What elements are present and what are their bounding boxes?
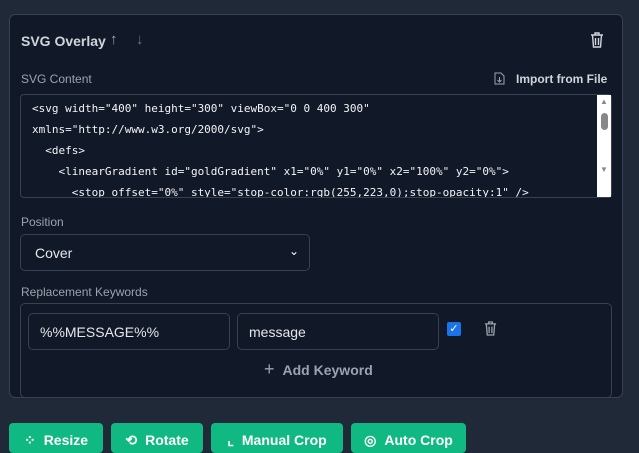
move-up-icon[interactable]: ↑: [110, 31, 118, 48]
move-down-icon[interactable]: ↓: [136, 31, 144, 48]
auto-crop-button[interactable]: ◎ Auto Crop: [351, 423, 466, 453]
keyword-value-input[interactable]: message: [237, 313, 439, 350]
plus-icon: +: [264, 359, 275, 379]
svg-overlay-panel: SVG Overlay ↑ ↓ SVG Content Import from …: [9, 14, 623, 398]
position-label: Position: [21, 215, 64, 229]
rotate-icon: ⟲: [125, 432, 138, 448]
keyword-key-input[interactable]: %%MESSAGE%%: [28, 313, 230, 350]
keywords-list: %%MESSAGE%% message ✓ + Add Keyword: [20, 303, 612, 398]
resize-button[interactable]: ⁘ Resize: [9, 423, 103, 453]
rotate-button[interactable]: ⟲ Rotate: [111, 423, 203, 453]
file-import-icon: [494, 72, 505, 85]
resize-icon: ⁘: [23, 432, 36, 448]
keyword-enabled-checkbox[interactable]: ✓: [447, 322, 461, 336]
textarea-scrollbar[interactable]: ▲ ▼: [597, 95, 611, 197]
rotate-label: Rotate: [145, 432, 189, 448]
crop-icon: ⌞: [227, 432, 234, 448]
import-from-file-button[interactable]: Import from File: [516, 72, 607, 86]
position-value: Cover: [35, 245, 73, 261]
svg-content-textarea[interactable]: <svg width="400" height="300" viewBox="0…: [20, 94, 612, 198]
auto-crop-label: Auto Crop: [384, 432, 453, 448]
delete-keyword-icon[interactable]: [484, 321, 497, 336]
svg-content-label: SVG Content: [21, 72, 92, 86]
resize-label: Resize: [43, 432, 89, 448]
keywords-label: Replacement Keywords: [21, 285, 148, 299]
manual-crop-label: Manual Crop: [241, 432, 327, 448]
add-keyword-button[interactable]: + Add Keyword: [264, 359, 373, 379]
panel-title: SVG Overlay: [21, 33, 106, 49]
add-keyword-label: Add Keyword: [282, 362, 373, 378]
delete-overlay-icon[interactable]: [590, 32, 604, 48]
manual-crop-button[interactable]: ⌞ Manual Crop: [211, 423, 343, 453]
chevron-down-icon: ⌄: [288, 244, 299, 258]
auto-crop-icon: ◎: [364, 432, 377, 448]
position-select[interactable]: Cover ⌄: [20, 234, 310, 271]
